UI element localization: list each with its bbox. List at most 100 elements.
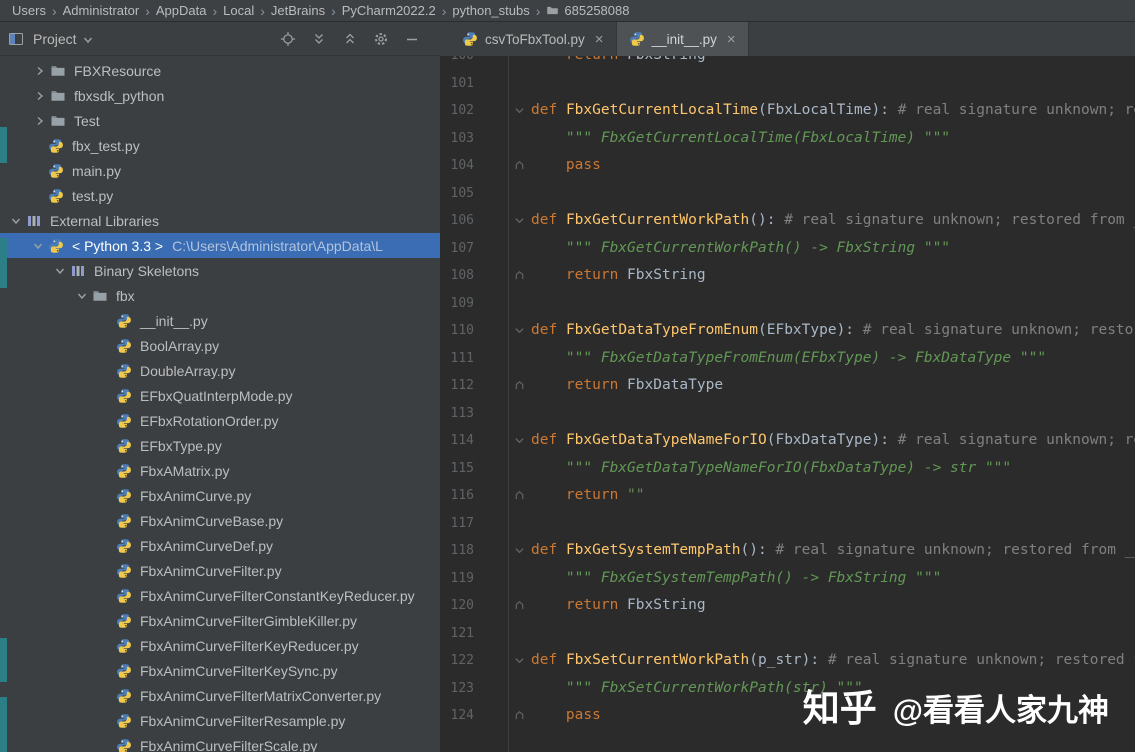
code-line[interactable]: 106 def FbxGetCurrentWorkPath(): # real s… (440, 207, 1135, 235)
code-text[interactable]: pass (529, 702, 601, 730)
tree-item-fbxanimcurvefilterscale-py[interactable]: FbxAnimCurveFilterScale.py (0, 733, 440, 752)
code-line[interactable]: 108 return FbxString (440, 262, 1135, 290)
fold-end-icon[interactable] (514, 160, 525, 171)
chevron-right-icon[interactable] (30, 89, 50, 103)
close-icon[interactable]: × (595, 32, 604, 47)
code-line[interactable]: 122 def FbxSetCurrentWorkPath(p_str): # r… (440, 647, 1135, 675)
tree-item-fbx-test-py[interactable]: fbx_test.py (0, 133, 440, 158)
breadcrumb-item-appdata[interactable]: AppData (156, 3, 207, 18)
code-line[interactable]: 117 (440, 509, 1135, 537)
tree-item-fbxresource[interactable]: FBXResource (0, 58, 440, 83)
tree-item-test[interactable]: Test (0, 108, 440, 133)
fold-end-icon[interactable] (514, 490, 525, 501)
tree-item-fbxanimcurvefilterkeysync-py[interactable]: FbxAnimCurveFilterKeySync.py (0, 658, 440, 683)
fold-start-icon[interactable] (514, 435, 525, 446)
fold-end-icon[interactable] (514, 380, 525, 391)
line-number[interactable]: 102 (440, 103, 474, 118)
tree-item-fbx[interactable]: fbx (0, 283, 440, 308)
line-number[interactable]: 106 (440, 213, 474, 228)
code-line[interactable]: 124 pass (440, 702, 1135, 730)
tab-init-py[interactable]: __init__.py × (616, 22, 749, 56)
tree-item-external-libraries[interactable]: External Libraries (0, 208, 440, 233)
code-line[interactable]: 116 return "" (440, 482, 1135, 510)
chevron-down-icon[interactable] (28, 239, 48, 253)
tree-item-fbxanimcurvedef-py[interactable]: FbxAnimCurveDef.py (0, 533, 440, 558)
line-number[interactable]: 116 (440, 488, 474, 503)
line-number[interactable]: 107 (440, 241, 474, 256)
code-line[interactable]: 100 return FbxString (440, 56, 1135, 70)
tree-item-fbxanimcurvefilterconstantkeyreducer-py[interactable]: FbxAnimCurveFilterConstantKeyReducer.py (0, 583, 440, 608)
code-text[interactable]: return FbxDataType (529, 372, 723, 400)
expand-all-button[interactable] (311, 31, 327, 47)
tree-item-efbxtype-py[interactable]: EFbxType.py (0, 433, 440, 458)
line-number[interactable]: 113 (440, 406, 474, 421)
fold-start-icon[interactable] (514, 105, 525, 116)
line-number[interactable]: 119 (440, 571, 474, 586)
code-text[interactable]: """ FbxGetDataTypeFromEnum(EFbxType) -> … (529, 345, 1046, 373)
code-line[interactable]: 101 (440, 69, 1135, 97)
chevron-down-icon[interactable] (50, 264, 70, 278)
code-line[interactable]: 103 """ FbxGetCurrentLocalTime(FbxLocalT… (440, 124, 1135, 153)
code-line[interactable]: 111 """ FbxGetDataTypeFromEnum(EFbxType)… (440, 344, 1135, 373)
line-number[interactable]: 114 (440, 433, 474, 448)
fold-end-icon[interactable] (514, 270, 525, 281)
line-number[interactable]: 103 (440, 131, 474, 146)
line-number[interactable]: 120 (440, 598, 474, 613)
breadcrumb-item-pycharm2022-2[interactable]: PyCharm2022.2 (342, 3, 436, 18)
tree-item-fbxamatrix-py[interactable]: FbxAMatrix.py (0, 458, 440, 483)
line-number[interactable]: 124 (440, 708, 474, 723)
line-number[interactable]: 115 (440, 461, 474, 476)
chevron-down-icon[interactable] (82, 34, 94, 46)
tree-item-doublearray-py[interactable]: DoubleArray.py (0, 358, 440, 383)
code-line[interactable] (440, 729, 1135, 752)
line-number[interactable]: 109 (440, 296, 474, 311)
code-line[interactable]: 115 """ FbxGetDataTypeNameForIO(FbxDataT… (440, 454, 1135, 483)
code-line[interactable]: 107 """ FbxGetCurrentWorkPath() -> FbxSt… (440, 234, 1135, 263)
code-text[interactable]: """ FbxGetCurrentLocalTime(FbxLocalTime)… (529, 125, 950, 153)
code-text[interactable]: return "" (529, 482, 645, 510)
code-text[interactable]: return FbxString (529, 56, 706, 70)
code-text[interactable]: pass (529, 152, 601, 180)
fold-start-icon[interactable] (514, 655, 525, 666)
line-number[interactable]: 123 (440, 681, 474, 696)
code-text[interactable]: """ FbxGetCurrentWorkPath() -> FbxString… (529, 235, 950, 263)
tree-item-fbxanimcurvefilterkeyreducer-py[interactable]: FbxAnimCurveFilterKeyReducer.py (0, 633, 440, 658)
code-line[interactable]: 110 def FbxGetDataTypeFromEnum(EFbxType):… (440, 317, 1135, 345)
settings-button[interactable] (373, 31, 389, 47)
breadcrumb-item-local[interactable]: Local (223, 3, 254, 18)
chevron-right-icon[interactable] (30, 114, 50, 128)
tree-item-fbxanimcurvefiltergimblekiller-py[interactable]: FbxAnimCurveFilterGimbleKiller.py (0, 608, 440, 633)
code-line[interactable]: 120 return FbxString (440, 592, 1135, 620)
breadcrumb-item-administrator[interactable]: Administrator (63, 3, 140, 18)
tree-item-fbxanimcurve-py[interactable]: FbxAnimCurve.py (0, 483, 440, 508)
hide-button[interactable] (404, 31, 420, 47)
tree-item-main-py[interactable]: main.py (0, 158, 440, 183)
code-line[interactable]: 109 (440, 289, 1135, 317)
code-text[interactable]: """ FbxSetCurrentWorkPath(str) """ (529, 675, 863, 703)
chevron-right-icon[interactable] (30, 64, 50, 78)
line-number[interactable]: 121 (440, 626, 474, 641)
line-number[interactable]: 111 (440, 351, 474, 366)
tree-item-efbxquatinterpmode-py[interactable]: EFbxQuatInterpMode.py (0, 383, 440, 408)
tree-item-boolarray-py[interactable]: BoolArray.py (0, 333, 440, 358)
fold-end-icon[interactable] (514, 600, 525, 611)
tree-item-fbxanimcurvebase-py[interactable]: FbxAnimCurveBase.py (0, 508, 440, 533)
code-text[interactable]: def FbxGetSystemTempPath(): # real signa… (529, 537, 1135, 565)
code-line[interactable]: 123 """ FbxSetCurrentWorkPath(str) """ (440, 674, 1135, 703)
tree-item-efbxrotationorder-py[interactable]: EFbxRotationOrder.py (0, 408, 440, 433)
close-icon[interactable]: × (727, 32, 736, 47)
code-text[interactable]: """ FbxGetDataTypeNameForIO(FbxDataType)… (529, 455, 1011, 483)
line-number[interactable]: 118 (440, 543, 474, 558)
line-number[interactable]: 117 (440, 516, 474, 531)
code-line[interactable]: 105 (440, 179, 1135, 207)
line-number[interactable]: 112 (440, 378, 474, 393)
code-line[interactable]: 104 pass (440, 152, 1135, 180)
line-number[interactable]: 101 (440, 76, 474, 91)
code-text[interactable]: return FbxString (529, 592, 706, 620)
line-number[interactable]: 100 (440, 56, 474, 63)
breadcrumb-item-python-stubs[interactable]: python_stubs (452, 3, 529, 18)
line-number[interactable]: 108 (440, 268, 474, 283)
code-text[interactable]: def FbxGetDataTypeNameForIO(FbxDataType)… (529, 427, 1135, 455)
code-text[interactable]: def FbxGetCurrentWorkPath(): # real sign… (529, 207, 1135, 235)
breadcrumb-item-jetbrains[interactable]: JetBrains (271, 3, 325, 18)
